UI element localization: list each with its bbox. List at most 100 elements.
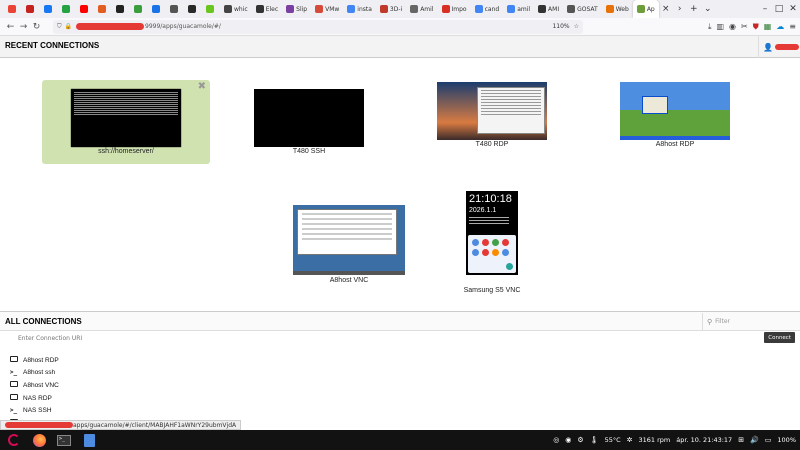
browser-tab[interactable]: [166, 0, 184, 18]
tab-label: amil: [517, 5, 531, 13]
recent-card-label: A8host RDP: [655, 141, 695, 148]
connection-uri-input[interactable]: [18, 332, 758, 344]
fan-readout: 3161 rpm: [638, 436, 671, 444]
browser-tab[interactable]: [184, 0, 202, 18]
extension-grid-icon[interactable]: ▦: [764, 22, 772, 31]
system-tray: ◎ ◉ ⚙ 🌡 55°C ✲ 3161 rpm ápr. 10. 21:43:1…: [553, 436, 800, 444]
connection-list-item[interactable]: >_ A8host ssh: [9, 367, 76, 380]
recent-card-t480-ssh[interactable]: T480 SSH: [225, 80, 393, 164]
browser-tab[interactable]: [202, 0, 220, 18]
close-icon[interactable]: ✖: [198, 81, 206, 92]
monitor-icon: [9, 356, 18, 364]
account-icon[interactable]: ◉: [729, 22, 736, 31]
browser-tab[interactable]: [40, 0, 58, 18]
status-link-text: apps/guacamole/#/client/MABJAHF1aWNrY29u…: [73, 421, 237, 429]
document-app-icon[interactable]: [78, 431, 100, 449]
connection-thumbnail: 21:10:18 2026.1.1: [466, 191, 518, 275]
browser-tab[interactable]: insta: [343, 0, 376, 18]
debian-menu-icon[interactable]: [3, 431, 25, 449]
zoom-level[interactable]: 110%: [552, 23, 569, 30]
browser-tab[interactable]: Ap: [632, 0, 659, 18]
tab-label: VMw: [325, 5, 340, 13]
tab-label: Elec: [265, 5, 279, 13]
recent-card-homeserver[interactable]: ✖ ssh://homeserver/: [42, 80, 210, 164]
browser-tab[interactable]: 3D-i: [376, 0, 406, 18]
tab-favicon-icon: [80, 5, 88, 13]
close-tab-icon[interactable]: ×: [659, 0, 673, 18]
browser-tab[interactable]: Impo: [438, 0, 471, 18]
bookmark-star-icon[interactable]: ☆: [574, 23, 579, 30]
tab-label: Slip: [296, 5, 308, 13]
screenshot-icon[interactable]: ✂: [741, 22, 748, 31]
chat-icon[interactable]: ◎: [553, 436, 559, 444]
filter-field[interactable]: ⚲ Filter: [702, 313, 800, 330]
back-icon[interactable]: ←: [4, 22, 17, 32]
browser-tab[interactable]: Elec: [252, 0, 282, 18]
clock[interactable]: ápr. 10. 21:43:17: [676, 436, 732, 444]
tab-favicon-icon: [116, 5, 124, 13]
browser-tab[interactable]: GOSAT: [563, 0, 602, 18]
new-tab-icon[interactable]: +: [687, 0, 701, 18]
firefox-icon[interactable]: [28, 431, 50, 449]
connection-list-item[interactable]: A8host RDP: [9, 354, 76, 367]
recent-card-label: ssh://homeserver/: [98, 148, 154, 155]
tab-favicon-icon: [98, 5, 106, 13]
tab-favicon-icon: [605, 5, 614, 13]
connection-list-item[interactable]: NAS RDP: [9, 392, 76, 405]
browser-tab[interactable]: cand: [471, 0, 504, 18]
recent-card-samsung-s5-vnc[interactable]: 21:10:18 2026.1.1 Samsung S5 VNC: [408, 191, 576, 294]
url-text: 9999/apps/guacamole/#/: [145, 23, 221, 30]
recent-card-t480-rdp[interactable]: T480 RDP: [408, 73, 576, 157]
monitor-icon: [9, 381, 18, 389]
maximize-icon[interactable]: □: [772, 0, 786, 18]
tab-favicon-icon: [188, 5, 196, 13]
all-connections-title: ALL CONNECTIONS: [5, 317, 82, 326]
connect-button[interactable]: Connect: [764, 332, 795, 343]
browser-tab[interactable]: amil: [503, 0, 534, 18]
connection-uri-row: Connect: [0, 331, 800, 345]
settings-icon[interactable]: ⚙: [577, 436, 583, 444]
network-icon[interactable]: ◉: [565, 436, 571, 444]
terminal-app-icon[interactable]: >_: [53, 431, 75, 449]
menu-icon[interactable]: ≡: [789, 22, 796, 31]
browser-tab[interactable]: [130, 0, 148, 18]
tab-scroll-right-icon[interactable]: ›: [673, 0, 687, 18]
tab-favicon-icon: [134, 5, 142, 13]
connection-list-item[interactable]: >_ NAS SSH: [9, 404, 76, 417]
browser-tab[interactable]: VMw: [311, 0, 343, 18]
browser-tab[interactable]: [76, 0, 94, 18]
browser-tab[interactable]: Amil: [406, 0, 437, 18]
extension-shield-icon[interactable]: ⛊: [753, 22, 759, 32]
connection-list-item[interactable]: A8host VNC: [9, 379, 76, 392]
reload-icon[interactable]: ↻: [30, 22, 43, 32]
library-icon[interactable]: ▥: [716, 22, 724, 31]
browser-tab[interactable]: [22, 0, 40, 18]
tab-favicon-icon: [507, 5, 516, 13]
browser-tab[interactable]: whic: [220, 0, 252, 18]
battery-icon[interactable]: ▭: [765, 436, 772, 444]
browser-tab[interactable]: [58, 0, 76, 18]
tab-label: Impo: [451, 5, 467, 13]
recent-header: RECENT CONNECTIONS 👤: [0, 36, 800, 58]
browser-tab[interactable]: [94, 0, 112, 18]
recent-card-a8host-rdp[interactable]: A8host RDP: [591, 73, 759, 157]
url-bar[interactable]: ⛉ 🔒 9999/apps/guacamole/#/ 110% ☆: [53, 19, 583, 34]
minimize-icon[interactable]: –: [758, 0, 772, 18]
browser-tab[interactable]: AMI: [534, 0, 563, 18]
browser-tab[interactable]: Slip: [282, 0, 311, 18]
recent-card-label: T480 RDP: [475, 141, 509, 148]
browser-tab[interactable]: [148, 0, 166, 18]
browser-tab[interactable]: [4, 0, 22, 18]
volume-icon[interactable]: 🔊: [750, 436, 759, 444]
browser-tab[interactable]: [112, 0, 130, 18]
redacted-username: [774, 44, 799, 50]
browser-tab[interactable]: Web: [602, 0, 633, 18]
forward-icon[interactable]: →: [17, 22, 30, 32]
lan-icon[interactable]: ⊞: [738, 436, 744, 444]
window-close-icon[interactable]: ✕: [786, 0, 800, 18]
extension-cloud-icon[interactable]: ☁: [776, 22, 784, 31]
list-tabs-icon[interactable]: ⌄: [701, 0, 715, 18]
user-menu[interactable]: 👤: [758, 36, 800, 58]
tab-favicon-icon: [567, 5, 576, 13]
download-icon[interactable]: ⤓: [708, 22, 712, 32]
